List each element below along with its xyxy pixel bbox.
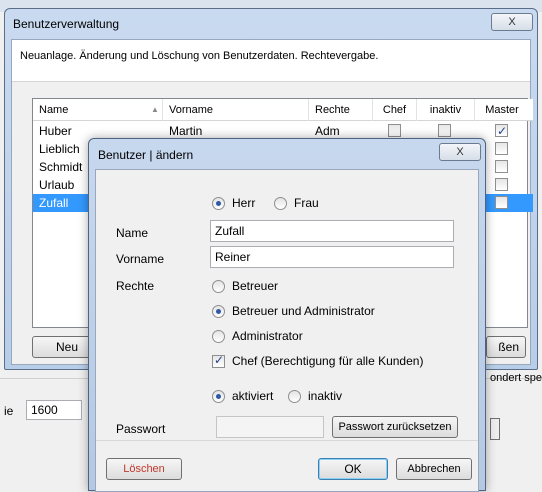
dialog-close-button[interactable]: X	[439, 143, 481, 161]
master-checkbox[interactable]	[495, 160, 508, 173]
name-label: Name	[116, 226, 149, 240]
header-panel: Neuanlage. Änderung und Löschung von Ben…	[12, 40, 530, 82]
rechte-betreuer-label: Betreuer	[232, 279, 279, 293]
edit-user-dialog: Benutzer | ändern X Herr Frau Name Zufal…	[88, 138, 486, 492]
lower-label: ie	[4, 404, 14, 418]
rechte-label: Rechte	[116, 279, 155, 293]
lower-right-button[interactable]	[490, 418, 500, 440]
chef-label: Chef (Berechtigung für alle Kunden)	[232, 354, 424, 368]
passwort-label: Passwort	[116, 422, 166, 436]
reset-password-button[interactable]: Passwort zurücksetzen	[332, 416, 458, 438]
chef-checkbox[interactable]	[212, 353, 225, 368]
cell-name: Urlaub	[39, 178, 75, 192]
close-icon: X	[508, 16, 516, 28]
close-icon: X	[456, 146, 464, 158]
frau-radio[interactable]	[274, 197, 287, 210]
inaktiv-label: inaktiv	[308, 389, 343, 403]
herr-radio[interactable]	[212, 197, 225, 210]
header-text: Neuanlage. Änderung und Löschung von Ben…	[20, 50, 379, 62]
master-checkbox[interactable]	[495, 142, 508, 155]
cancel-button[interactable]: Abbrechen	[396, 458, 472, 480]
list-header: Name ▲ Vorname Rechte Chef inaktiv Maste…	[33, 99, 533, 121]
master-checkbox[interactable]	[495, 196, 508, 209]
cell-name: Zufall	[39, 196, 69, 210]
rechte-betreuer-radio[interactable]	[212, 280, 225, 293]
inaktiv-radio[interactable]	[288, 390, 301, 403]
aktiviert-label: aktiviert	[232, 389, 274, 403]
vorname-input[interactable]: Reiner	[210, 246, 454, 268]
ok-button[interactable]: OK	[318, 458, 388, 480]
master-checkbox[interactable]	[495, 178, 508, 191]
chef-checkbox[interactable]	[388, 124, 401, 137]
col-vorname[interactable]: Vorname	[163, 99, 309, 121]
lower-value-input[interactable]: 1600	[26, 400, 82, 420]
name-input[interactable]: Zufall	[210, 220, 454, 242]
col-name[interactable]: Name ▲	[33, 99, 163, 121]
rechte-admin-label: Administrator	[232, 329, 303, 343]
main-window-title: Benutzerverwaltung	[13, 17, 120, 31]
dialog-client-area: Herr Frau Name Zufall Vorname Reiner Rec…	[95, 169, 479, 492]
rechte-betreuer-admin-label: Betreuer und Administrator	[232, 304, 375, 318]
rechte-betreuer-admin-radio[interactable]	[212, 305, 225, 318]
cell-name: Lieblich	[39, 142, 80, 156]
main-close-button[interactable]: X	[491, 13, 533, 31]
master-checkbox[interactable]	[495, 122, 508, 140]
dialog-title: Benutzer | ändern	[98, 148, 194, 162]
rechte-admin-radio[interactable]	[212, 330, 225, 343]
col-master[interactable]: Master	[475, 99, 529, 121]
col-inaktiv[interactable]: inaktiv	[417, 99, 475, 121]
vorname-label: Vorname	[116, 252, 165, 266]
dialog-divider	[96, 440, 478, 441]
passwort-input	[216, 416, 324, 438]
frau-label: Frau	[294, 196, 319, 210]
cell-name: Schmidt	[39, 160, 83, 174]
col-rechte[interactable]: Rechte	[309, 99, 373, 121]
sort-asc-icon: ▲	[151, 105, 159, 114]
col-chef[interactable]: Chef	[373, 99, 417, 121]
inaktiv-checkbox[interactable]	[438, 124, 451, 137]
delete-button[interactable]: Löschen	[106, 458, 182, 480]
lower-right-text: ondert spei	[490, 372, 542, 384]
close-list-button[interactable]: ßen	[486, 336, 526, 358]
cell-name: Huber	[39, 124, 72, 138]
aktiviert-radio[interactable]	[212, 390, 225, 403]
herr-label: Herr	[232, 196, 256, 210]
